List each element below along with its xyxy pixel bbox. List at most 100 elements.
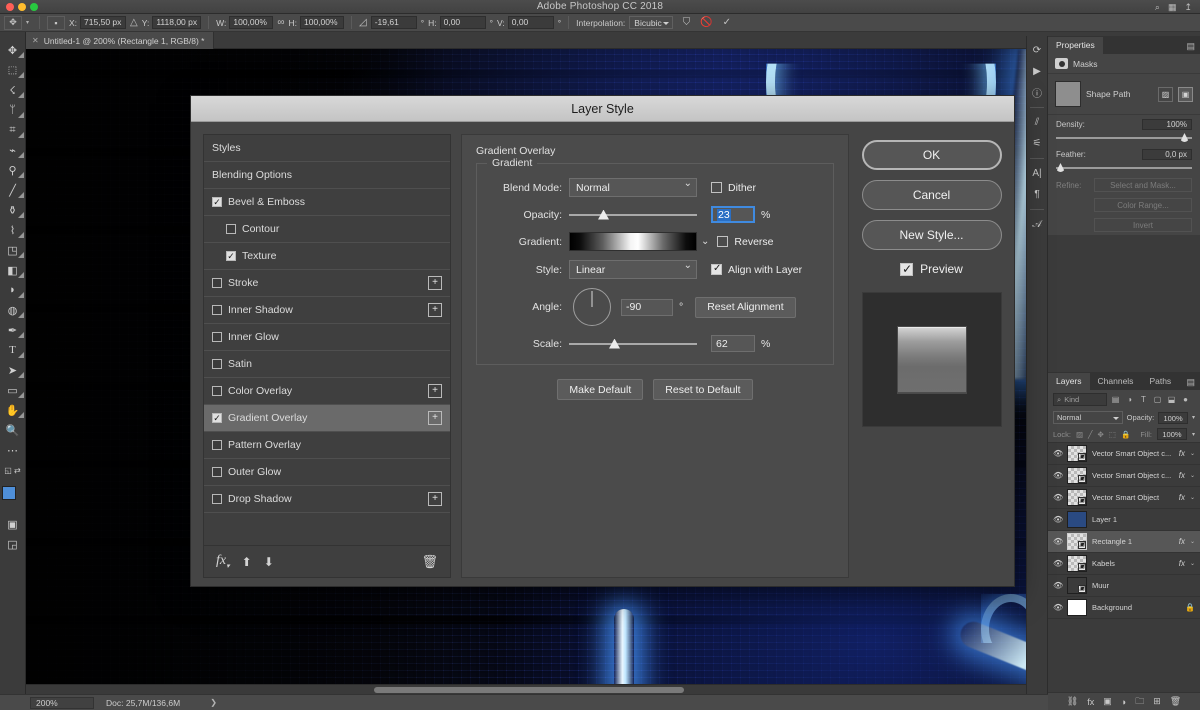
layer-thumbnail[interactable]	[1067, 511, 1087, 528]
chevron-down-icon[interactable]: ⌄	[1190, 494, 1195, 501]
commit-transform-icon[interactable]: ✓	[723, 17, 731, 28]
warp-icon[interactable]: ⛉	[683, 17, 691, 28]
chevron-down-icon[interactable]: ⌄	[1190, 538, 1195, 545]
lock-image-icon[interactable]: ╱	[1088, 430, 1093, 439]
search-icon[interactable]: ⌕	[1155, 2, 1160, 12]
layers-panel-footer[interactable]: ⛓ fx ▣ ◑ 🗀 ⊞ 🗑	[1048, 692, 1200, 710]
add-effect-icon[interactable]: +	[428, 384, 442, 398]
vector-mask-icon[interactable]: ▣	[1178, 86, 1193, 102]
shape-filter-icon[interactable]: ▢	[1152, 395, 1163, 404]
layer-name[interactable]: Muur	[1092, 581, 1195, 590]
layer-visibility-toggle[interactable]: 👁	[1053, 537, 1063, 546]
blend-mode-select[interactable]: Normal	[569, 178, 697, 197]
interpolation-select[interactable]: Bicubic	[629, 16, 673, 29]
scale-input[interactable]: 62	[711, 335, 755, 352]
feather-slider[interactable]	[1056, 163, 1192, 173]
blur-tool-icon[interactable]: ◗	[1, 280, 25, 300]
angle-dial[interactable]	[573, 288, 611, 326]
adjustment-layer-icon[interactable]: ◑	[1121, 697, 1126, 707]
reverse-checkbox[interactable]	[717, 236, 729, 247]
zoom-level-input[interactable]: 200%	[30, 696, 94, 709]
move-tool-icon[interactable]: ✥	[1, 40, 25, 60]
new-layer-icon[interactable]: ⊞	[1153, 696, 1161, 707]
crop-tool-icon[interactable]: ⌗	[1, 120, 25, 140]
brush-tool-icon[interactable]: ╱	[1, 180, 25, 200]
tab-channels[interactable]: Channels	[1089, 373, 1142, 390]
lock-row[interactable]: Lock: ▨ ╱ ✥ ⬚ 🔒 Fill: 100% ▾	[1048, 426, 1200, 443]
table-row[interactable]: 👁 ▣ Vector Smart Object c... fx ⌄	[1048, 465, 1200, 487]
preview-checkbox-group[interactable]: Preview	[900, 262, 963, 276]
zoom-tool-icon[interactable]: 🔍	[1, 420, 25, 440]
collapsed-panel-rail[interactable]: ⟳ ▶ ⓘ ⫽ ⚟ A| ¶ 𝒜	[1026, 36, 1048, 694]
x-position-group[interactable]: X: 715,50 px	[69, 16, 127, 29]
style-item-color-overlay[interactable]: Color Overlay +	[204, 378, 450, 405]
add-effect-icon[interactable]: +	[428, 411, 442, 425]
style-checkbox[interactable]	[212, 386, 222, 396]
character-styles-panel-icon[interactable]: 𝒜	[1027, 215, 1047, 234]
dither-checkbox[interactable]	[711, 182, 722, 193]
properties-panel-tabs[interactable]: Properties ▤	[1048, 36, 1200, 54]
table-row[interactable]: 👁 ▣ Muur	[1048, 575, 1200, 597]
close-tab-icon[interactable]: ✕	[32, 36, 39, 45]
tab-layers[interactable]: Layers	[1048, 373, 1090, 390]
table-row[interactable]: 👁 Layer 1	[1048, 509, 1200, 531]
pixel-mask-icon[interactable]: ▨	[1158, 86, 1173, 102]
opacity-input[interactable]: 23	[711, 206, 755, 223]
h-input[interactable]: 100,00%	[300, 16, 344, 29]
opacity-slider[interactable]	[569, 208, 697, 222]
style-checkbox[interactable]	[212, 440, 222, 450]
layer-name[interactable]: Kabels	[1092, 559, 1174, 568]
lock-artboard-icon[interactable]: ⬚	[1109, 430, 1116, 439]
magic-wand-tool-icon[interactable]: ᛘ	[1, 100, 25, 120]
layer-name[interactable]: Vector Smart Object	[1092, 493, 1174, 502]
history-panel-icon[interactable]: ⟳	[1027, 41, 1047, 60]
layer-effects-icon[interactable]: fx	[1179, 471, 1185, 480]
style-item-bevel-emboss[interactable]: Bevel & Emboss	[204, 189, 450, 216]
share-icon[interactable]: ↥	[1184, 2, 1192, 12]
document-tab[interactable]: ✕ Untitled-1 @ 200% (Rectangle 1, RGB/8)…	[26, 32, 215, 49]
new-style-button[interactable]: New Style...	[861, 220, 1002, 250]
add-mask-icon[interactable]: ▣	[1103, 696, 1112, 707]
pixel-filter-icon[interactable]: ▤	[1110, 395, 1121, 404]
link-icon[interactable]: ∞	[277, 17, 284, 28]
tab-paths[interactable]: Paths	[1141, 373, 1180, 390]
gradient-preview[interactable]	[569, 232, 697, 251]
layer-styles-list[interactable]: Styles Blending Options Bevel & Emboss C…	[203, 134, 451, 546]
add-effect-icon[interactable]: +	[428, 276, 442, 290]
eraser-tool-icon[interactable]: ◳	[1, 240, 25, 260]
angle-icon[interactable]: ◿	[359, 17, 367, 28]
rectangular-marquee-tool-icon[interactable]: ⬚	[1, 60, 25, 80]
height-group[interactable]: H: 100,00%	[289, 16, 344, 29]
link-layers-icon[interactable]: ⛓	[1067, 696, 1078, 707]
style-checkbox[interactable]	[212, 359, 222, 369]
table-row[interactable]: 👁 ▣ Rectangle 1 fx ⌄	[1048, 531, 1200, 553]
layer-visibility-toggle[interactable]: 👁	[1053, 603, 1063, 612]
type-tool-icon[interactable]: T	[1, 340, 25, 360]
style-item-drop-shadow[interactable]: Drop Shadow +	[204, 486, 450, 513]
clone-stamp-tool-icon[interactable]: ⚱	[1, 200, 25, 220]
character-panel-icon[interactable]: A|	[1027, 164, 1047, 183]
make-default-button[interactable]: Make Default	[557, 379, 644, 400]
style-item-inner-glow[interactable]: Inner Glow	[204, 324, 450, 351]
layer-style-dialog[interactable]: Layer Style Styles Blending Options Beve…	[190, 95, 1015, 587]
expand-status-icon[interactable]: ❯	[210, 698, 217, 707]
delete-icon[interactable]: 🗑	[421, 554, 438, 570]
width-group[interactable]: W: 100,00%	[216, 16, 274, 29]
reset-alignment-button[interactable]: Reset Alignment	[695, 296, 796, 318]
refine-invert-row[interactable]: Invert	[1048, 215, 1200, 235]
rectangle-tool-icon[interactable]: ▭	[1, 380, 25, 400]
tab-properties[interactable]: Properties	[1048, 37, 1103, 54]
adjustment-filter-icon[interactable]: ◑	[1124, 395, 1135, 404]
path-selection-tool-icon[interactable]: ➤	[1, 360, 25, 380]
table-row[interactable]: 👁 ▣ Kabels fx ⌄	[1048, 553, 1200, 575]
shape-path-row[interactable]: Shape Path ▨ ▣	[1048, 74, 1200, 114]
layers-panel-tabs[interactable]: Layers Channels Paths ▤	[1048, 372, 1200, 390]
info-panel-icon[interactable]: ⓘ	[1027, 83, 1047, 102]
lock-all-icon[interactable]: 🔒	[1121, 430, 1130, 439]
canvas-horizontal-scrollbar[interactable]	[26, 684, 1036, 694]
layer-name[interactable]: Background	[1092, 603, 1180, 612]
reset-to-default-button[interactable]: Reset to Default	[653, 379, 753, 400]
layer-effects-icon[interactable]: fx	[1179, 537, 1185, 546]
density-value[interactable]: 100%	[1142, 119, 1192, 130]
layer-visibility-toggle[interactable]: 👁	[1053, 493, 1063, 502]
